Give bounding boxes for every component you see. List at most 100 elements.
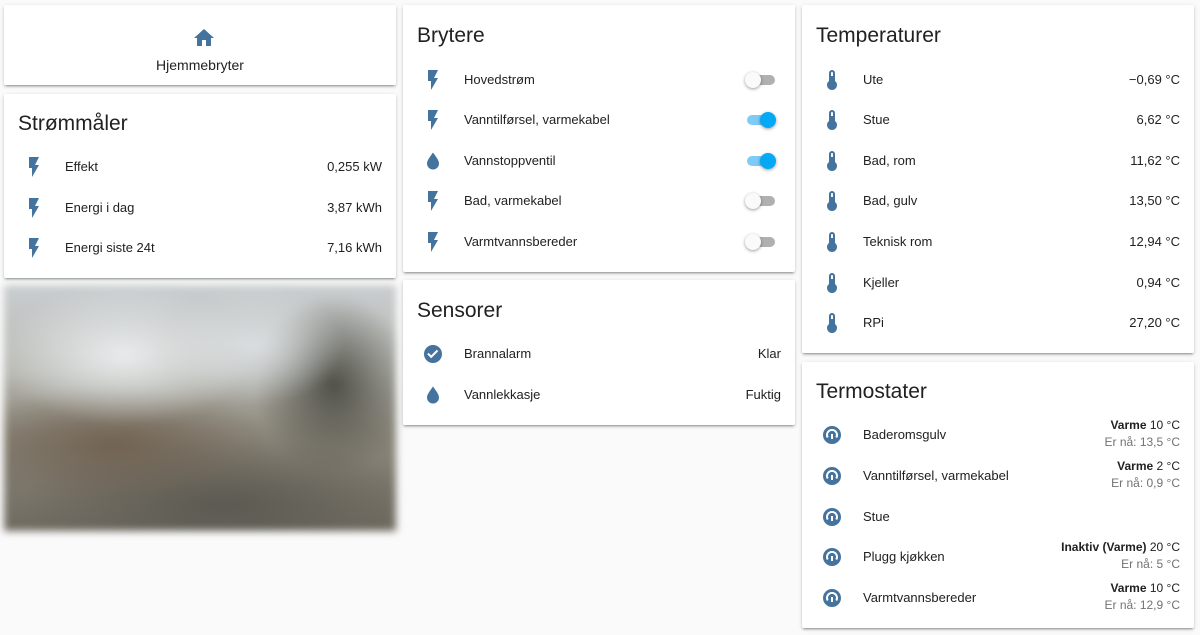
switch-row-vannstoppventil[interactable]: Vannstoppventil — [403, 141, 795, 181]
thermostat-icon — [820, 586, 844, 610]
thermostat-row-plugg-kjokken[interactable]: Plugg kjøkken Inaktiv (Varme) 20 °C Er n… — [802, 537, 1194, 577]
brytere-card: Brytere Hovedstrøm Vanntilførsel, varmek… — [403, 5, 795, 272]
thermostat-current: Er nå: 0,9 °C — [1111, 476, 1180, 490]
stromm-title: Strømmåler — [18, 112, 128, 135]
row-value: 27,20 °C — [1129, 315, 1180, 330]
row-value: 3,87 kWh — [327, 200, 382, 215]
thermometer-icon — [820, 189, 844, 213]
home-button-label: Hjemmebryter — [156, 57, 244, 73]
toggle-switch[interactable] — [745, 71, 777, 89]
row-value: 0,94 °C — [1136, 275, 1180, 290]
temp-row-stue[interactable]: Stue 6,62 °C — [802, 100, 1194, 140]
toggle-switch[interactable] — [745, 152, 777, 170]
thermostat-target: 10 °C — [1149, 418, 1180, 432]
thermometer-icon — [820, 271, 844, 295]
water-icon — [421, 383, 445, 407]
check-circle-icon — [421, 342, 445, 366]
row-value: 11,62 °C — [1130, 153, 1180, 168]
thermostat-row-baderomsgulv[interactable]: Baderomsgulv Varme 10 °C Er nå: 13,5 °C — [802, 415, 1194, 455]
row-value: Klar — [757, 346, 781, 361]
thermometer-icon — [820, 149, 844, 173]
water-icon — [421, 149, 445, 173]
row-label: Stue — [863, 509, 890, 524]
temp-row-ute[interactable]: Ute −0,69 °C — [802, 60, 1194, 100]
row-value: −0,69 °C — [1128, 72, 1180, 87]
brytere-title: Brytere — [417, 24, 485, 47]
thermostat-target: 20 °C — [1149, 540, 1180, 554]
thermometer-icon — [820, 311, 844, 335]
row-label: Ute — [863, 72, 884, 87]
stromm-row-effekt[interactable]: Effekt 0,255 kW — [4, 147, 396, 187]
home-button-card[interactable]: Hjemmebryter — [4, 5, 396, 85]
toggle-switch[interactable] — [745, 111, 777, 129]
thermometer-icon — [820, 68, 844, 92]
thermometer-icon — [820, 230, 844, 254]
temperaturer-title: Temperaturer — [816, 24, 941, 47]
row-label: RPi — [863, 315, 884, 330]
flash-icon — [22, 196, 46, 220]
row-label: Varmtvannsbereder — [464, 234, 578, 249]
temp-row-rpi[interactable]: RPi 27,20 °C — [802, 303, 1194, 343]
thermostat-state: Varme 10 °C Er nå: 12,9 °C — [1104, 580, 1180, 614]
row-label: Bad, rom — [863, 153, 916, 168]
stromm-card: Strømmåler Effekt 0,255 kW Energi i dag … — [4, 94, 396, 278]
thermostat-icon — [820, 464, 844, 488]
row-label: Effekt — [65, 159, 99, 174]
row-label: Vannstoppventil — [464, 153, 556, 168]
thermometer-icon — [820, 108, 844, 132]
flash-icon — [22, 236, 46, 260]
thermostat-row-stue[interactable]: Stue — [802, 497, 1194, 537]
stromm-row-energi-siste-24t[interactable]: Energi siste 24t 7,16 kWh — [4, 228, 396, 268]
row-value: 13,50 °C — [1129, 193, 1180, 208]
temperaturer-card: Temperaturer Ute −0,69 °C Stue 6,62 °C B… — [802, 5, 1194, 353]
row-label: Kjeller — [863, 275, 900, 290]
thermostat-mode: Varme — [1110, 418, 1147, 432]
thermostat-mode: Varme — [1110, 581, 1147, 595]
home-icon — [192, 26, 216, 50]
thermostat-current: Er nå: 12,9 °C — [1104, 598, 1180, 612]
row-label: Energi i dag — [65, 200, 135, 215]
row-label: Energi siste 24t — [65, 240, 155, 255]
flash-icon — [421, 68, 445, 92]
thermostat-row-vanntilforsel-varmekabel[interactable]: Vanntilførsel, varmekabel Varme 2 °C Er … — [802, 456, 1194, 496]
thermostat-mode: Inaktiv (Varme) — [1061, 540, 1147, 554]
temp-row-bad-gulv[interactable]: Bad, gulv 13,50 °C — [802, 181, 1194, 221]
flash-icon — [421, 230, 445, 254]
flash-icon — [22, 155, 46, 179]
temp-row-bad-rom[interactable]: Bad, rom 11,62 °C — [802, 141, 1194, 181]
termostater-title: Termostater — [816, 380, 927, 403]
row-value: Fuktig — [745, 387, 781, 402]
row-label: Bad, varmekabel — [464, 193, 562, 208]
temp-row-teknisk-rom[interactable]: Teknisk rom 12,94 °C — [802, 222, 1194, 262]
thermostat-target: 2 °C — [1156, 459, 1180, 473]
row-label: Vanntilførsel, varmekabel — [863, 468, 1009, 483]
row-label: Brannalarm — [464, 346, 532, 361]
row-label: Vanntilførsel, varmekabel — [464, 112, 610, 127]
thermostat-current: Er nå: 5 °C — [1121, 557, 1180, 571]
temp-row-kjeller[interactable]: Kjeller 0,94 °C — [802, 263, 1194, 303]
thermostat-row-varmtvannsbereder[interactable]: Varmtvannsbereder Varme 10 °C Er nå: 12,… — [802, 578, 1194, 618]
thermostat-state: Inaktiv (Varme) 20 °C Er nå: 5 °C — [1061, 539, 1180, 573]
row-value: 7,16 kWh — [327, 240, 382, 255]
toggle-switch[interactable] — [745, 192, 777, 210]
row-label: Hovedstrøm — [464, 72, 535, 87]
row-label: Teknisk rom — [863, 234, 933, 249]
row-value: 12,94 °C — [1129, 234, 1180, 249]
thermostat-current: Er nå: 13,5 °C — [1104, 435, 1180, 449]
sensor-row-vannlekkasje[interactable]: Vannlekkasje Fuktig — [403, 375, 795, 415]
switch-row-hovedstrom[interactable]: Hovedstrøm — [403, 60, 795, 100]
thermostat-icon — [820, 545, 844, 569]
switch-row-bad-varmekabel[interactable]: Bad, varmekabel — [403, 181, 795, 221]
sensor-row-brannalarm[interactable]: Brannalarm Klar — [403, 334, 795, 374]
row-label: Varmtvannsbereder — [863, 590, 977, 605]
row-label: Vannlekkasje — [464, 387, 541, 402]
thermostat-state: Varme 2 °C Er nå: 0,9 °C — [1111, 458, 1180, 492]
thermostat-mode: Varme — [1117, 459, 1154, 473]
camera-image[interactable] — [4, 285, 396, 531]
row-label: Bad, gulv — [863, 193, 918, 208]
toggle-switch[interactable] — [745, 233, 777, 251]
switch-row-varmtvannsbereder[interactable]: Varmtvannsbereder — [403, 222, 795, 262]
row-value: 0,255 kW — [327, 159, 382, 174]
stromm-row-energi-i-dag[interactable]: Energi i dag 3,87 kWh — [4, 188, 396, 228]
switch-row-vanntilforsel-varmekabel[interactable]: Vanntilførsel, varmekabel — [403, 100, 795, 140]
